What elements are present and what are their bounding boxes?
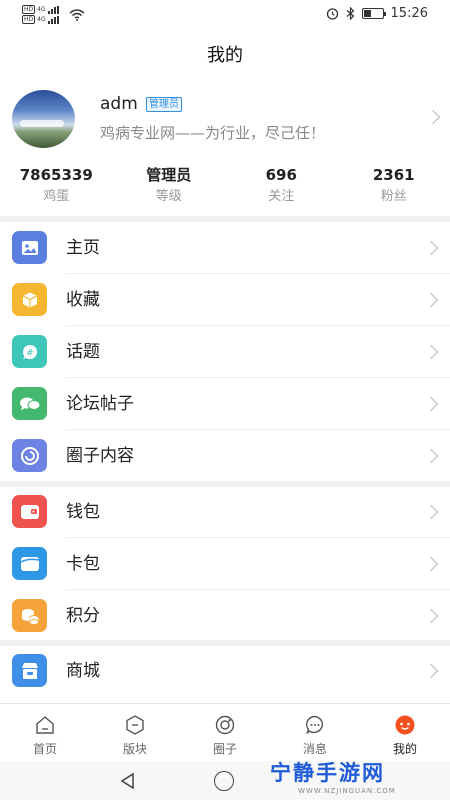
chevron-right-icon: [423, 396, 439, 412]
stat-eggs[interactable]: 7865339 鸡蛋: [0, 164, 113, 212]
stat-label: 鸡蛋: [43, 189, 70, 204]
menu-label: 圈子内容: [66, 446, 134, 466]
bluetooth-icon: [346, 7, 354, 20]
svg-text:#: #: [26, 348, 34, 358]
stat-label: 等级: [155, 189, 182, 204]
signal-indicators: HD 4G HD 4G: [22, 5, 85, 24]
menu-label: 商城: [66, 661, 100, 681]
stat-level[interactable]: 管理员 等级: [113, 164, 226, 212]
box-icon: [12, 283, 47, 316]
hd-badge: HD: [22, 5, 36, 14]
username: adm: [100, 94, 138, 114]
menu-label: 钱包: [66, 502, 100, 522]
page-title: 我的: [207, 45, 243, 66]
chevron-right-icon: [423, 292, 439, 308]
battery-icon: [361, 8, 386, 19]
tab-home[interactable]: 首页: [0, 704, 90, 761]
home-circle-icon[interactable]: [214, 771, 234, 791]
signal-icon-2: [47, 15, 59, 24]
wallet-icon: [12, 495, 47, 528]
tab-label: 我的: [392, 742, 417, 756]
menu-item-favorites[interactable]: 收藏: [0, 274, 450, 326]
chevron-right-icon: [423, 448, 439, 464]
stat-label: 粉丝: [380, 189, 407, 204]
menu-label: 收藏: [66, 290, 100, 310]
menu-item-card-pack[interactable]: 卡包: [0, 538, 450, 590]
tab-circle[interactable]: 圈子: [180, 704, 270, 761]
profile-card[interactable]: adm 管理员 鸡病专业网——为行业，尽己任！: [0, 86, 450, 152]
chevron-right-icon: [423, 504, 439, 520]
stat-value: 管理员: [146, 166, 192, 184]
card-icon: [12, 547, 47, 580]
chevron-right-icon: [423, 556, 439, 572]
tab-label: 版块: [122, 742, 147, 756]
menu-item-points[interactable]: 积分: [0, 590, 450, 642]
stat-fans[interactable]: 2361 粉丝: [338, 164, 450, 212]
watermark-text: 宁静手游网: [270, 761, 385, 785]
tab-label: 圈子: [212, 742, 237, 756]
tab-label: 消息: [302, 742, 327, 756]
menu-label: 论坛帖子: [66, 394, 134, 414]
menu-label: 积分: [66, 606, 100, 626]
signature: 鸡病专业网——为行业，尽己任！: [100, 124, 326, 142]
image-icon: [12, 231, 47, 264]
chevron-right-icon: [423, 240, 439, 256]
tab-mine[interactable]: 我的: [360, 704, 450, 761]
chevron-right-icon: [425, 109, 441, 125]
store-icon: [12, 654, 47, 687]
alarm-icon: [326, 8, 338, 20]
menu-item-forum-posts[interactable]: 论坛帖子: [0, 378, 450, 430]
watermark-url: WWW.NZJINGUAN.COM: [298, 787, 396, 795]
avatar[interactable]: [12, 90, 75, 148]
hashtag-chat-icon: #: [12, 335, 47, 368]
tab-label: 首页: [32, 742, 57, 756]
back-triangle-icon[interactable]: [118, 771, 138, 791]
watermark: 宁静手游网 WWW.NZJINGUAN.COM: [270, 757, 450, 800]
home-icon: [36, 716, 54, 734]
signal-icon: [47, 5, 59, 14]
stats-row: 7865339 鸡蛋 管理员 等级 696 关注 2361 粉丝: [0, 164, 450, 212]
swirl-circle-icon: [12, 439, 47, 472]
hexagon-icon: [126, 715, 144, 735]
hd-badge-2: HD: [22, 15, 36, 24]
circle-icon: [215, 715, 235, 735]
stat-value: 2361: [372, 166, 415, 184]
menu-item-topics[interactable]: # 话题: [0, 326, 450, 378]
status-bar: HD 4G HD 4G 15:26: [0, 0, 450, 30]
stat-following[interactable]: 696 关注: [225, 164, 338, 212]
tab-messages[interactable]: 消息: [270, 704, 360, 761]
menu-label: 主页: [66, 238, 100, 258]
message-icon: [305, 715, 324, 734]
stat-value: 7865339: [19, 166, 93, 184]
coins-icon: [12, 599, 47, 632]
network-type: 4G: [37, 6, 46, 13]
menu-item-store[interactable]: 商城: [0, 645, 450, 697]
clock: 15:26: [390, 6, 428, 21]
menu-item-homepage[interactable]: 主页: [0, 222, 450, 274]
status-right: 15:26: [326, 6, 428, 21]
profile-icon: [395, 715, 415, 735]
chevron-right-icon: [423, 663, 439, 679]
tab-sections[interactable]: 版块: [90, 704, 180, 761]
wifi-icon: [69, 8, 85, 21]
menu-item-wallet[interactable]: 钱包: [0, 486, 450, 538]
network-type-2: 4G: [37, 16, 46, 23]
menu-item-circle-content[interactable]: 圈子内容: [0, 430, 450, 482]
stat-label: 关注: [268, 189, 295, 204]
tab-bar: 首页 版块 圈子 消息 我的: [0, 703, 450, 761]
chevron-right-icon: [423, 344, 439, 360]
stat-value: 696: [265, 166, 297, 184]
menu-label: 话题: [66, 342, 100, 362]
chat-bubbles-icon: [12, 387, 47, 420]
chevron-right-icon: [423, 608, 439, 624]
role-badge: 管理员: [146, 97, 182, 112]
menu-label: 卡包: [66, 554, 100, 574]
